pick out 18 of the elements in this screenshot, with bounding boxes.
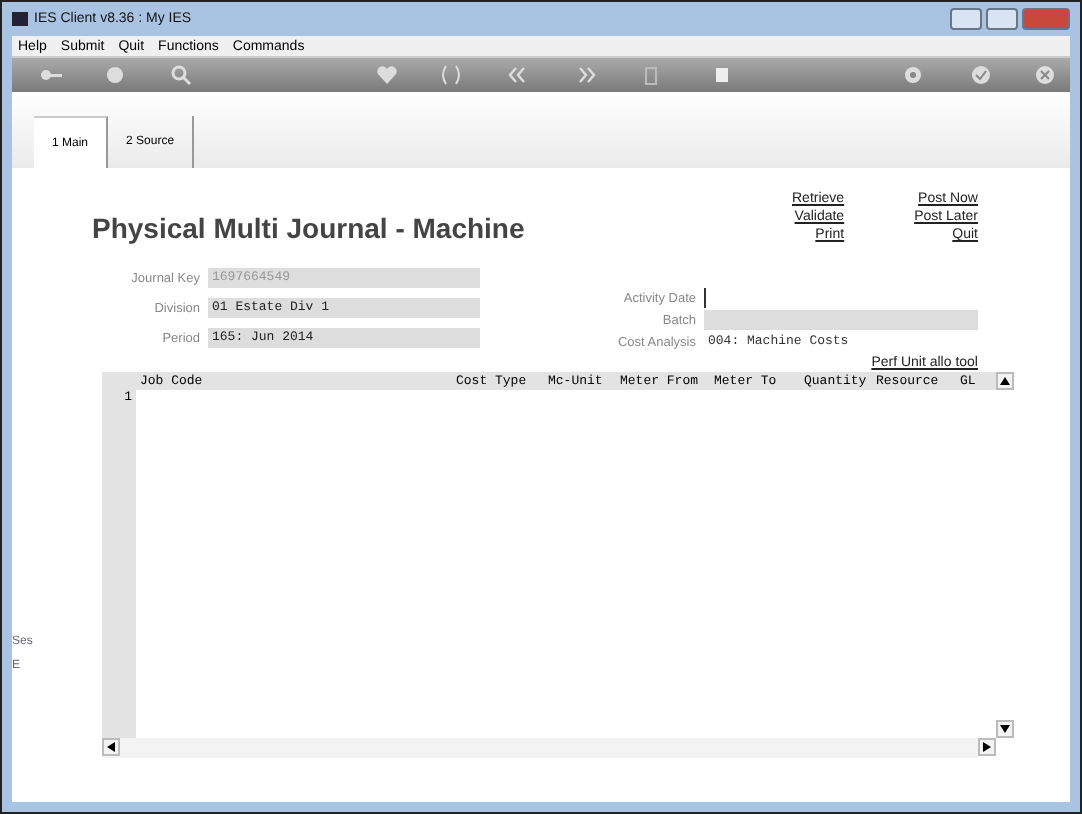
scroll-down-button[interactable]: [996, 720, 1014, 738]
fast-forward-icon[interactable]: [578, 66, 596, 84]
key-icon[interactable]: [41, 70, 62, 80]
check-icon[interactable]: [972, 66, 990, 84]
close-icon[interactable]: [1036, 66, 1054, 84]
input-field[interactable]: [704, 310, 978, 330]
parentheses-icon[interactable]: [442, 65, 460, 85]
settings-icon[interactable]: [905, 67, 921, 83]
heart-icon[interactable]: [377, 66, 397, 84]
form-title: Physical Multi Journal - Machine: [92, 212, 525, 244]
scroll-right-button[interactable]: [978, 738, 996, 756]
scroll-up-button[interactable]: [996, 372, 1014, 390]
minimize-button[interactable]: [950, 8, 982, 30]
app-logo-icon: [12, 12, 28, 26]
maximize-button[interactable]: [986, 8, 1018, 30]
search-icon[interactable]: [171, 65, 192, 86]
scroll-left-button[interactable]: [102, 738, 120, 756]
rewind-icon[interactable]: [508, 66, 526, 84]
